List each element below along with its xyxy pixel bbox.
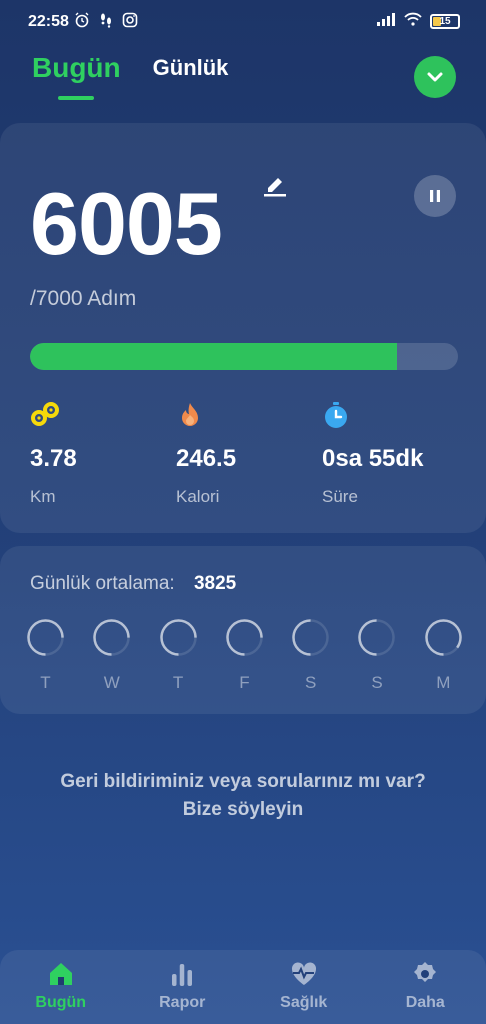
day-item: W bbox=[92, 618, 131, 693]
steps-progress-bar bbox=[30, 343, 458, 370]
day-label: S bbox=[371, 673, 383, 692]
distance-icon bbox=[30, 401, 59, 429]
day-progress-ring bbox=[358, 619, 396, 656]
clock-icon bbox=[322, 401, 350, 429]
nav-label-report: Rapor bbox=[159, 994, 206, 1011]
day-progress-ring bbox=[27, 619, 64, 656]
heart-pulse-icon bbox=[291, 962, 316, 985]
battery-indicator: 15 bbox=[430, 14, 460, 29]
alarm-icon bbox=[74, 12, 90, 28]
daily-average-card[interactable]: Günlük ortalama: 3825 T W T F S S M bbox=[0, 546, 486, 714]
nav-item-more[interactable]: Daha bbox=[365, 950, 486, 1024]
day-item: T bbox=[159, 618, 198, 693]
footsteps-icon bbox=[98, 12, 114, 28]
nav-label-more: Daha bbox=[405, 994, 445, 1011]
daily-average-value: 3825 bbox=[193, 573, 237, 594]
flame-icon bbox=[176, 401, 204, 429]
stat-distance-value: 3.78 bbox=[30, 445, 77, 472]
status-bar: 22:58 15 bbox=[0, 0, 486, 44]
day-label: S bbox=[305, 673, 317, 692]
day-progress-ring bbox=[226, 619, 263, 656]
day-item: F bbox=[225, 618, 264, 693]
day-item: M bbox=[424, 618, 463, 693]
day-label: T bbox=[40, 673, 51, 692]
wifi-icon bbox=[404, 12, 422, 31]
stat-calories-unit: Kalori bbox=[176, 487, 220, 506]
day-item: T bbox=[26, 618, 65, 693]
check-button[interactable] bbox=[414, 56, 456, 98]
signal-icon bbox=[376, 12, 396, 31]
day-item: S bbox=[291, 618, 330, 693]
nav-item-report[interactable]: Rapor bbox=[122, 950, 244, 1024]
bar-chart-icon bbox=[172, 964, 193, 986]
steps-count: 6005 bbox=[30, 174, 223, 273]
day-item: S bbox=[357, 618, 396, 693]
day-label: M bbox=[436, 673, 451, 692]
nav-item-today[interactable]: Bugün bbox=[0, 950, 122, 1024]
daily-average-label: Günlük ortalama: bbox=[30, 573, 175, 594]
steps-card: 6005 /7000 Adım 3.78 Km 246.5 Kalori 0sa… bbox=[0, 123, 486, 533]
nav-item-health[interactable]: Sağlık bbox=[243, 950, 365, 1024]
nav-label-health: Sağlık bbox=[280, 994, 328, 1011]
stat-calories: 246.5 Kalori bbox=[176, 401, 236, 507]
stat-distance-unit: Km bbox=[30, 487, 56, 506]
stat-duration: 0sa 55dk Süre bbox=[322, 401, 423, 507]
gear-icon bbox=[414, 962, 437, 982]
status-time: 22:58 bbox=[28, 13, 69, 30]
feedback-line-1: Geri bildiriminiz veya sorularınız mı va… bbox=[60, 771, 426, 792]
home-icon bbox=[49, 963, 72, 985]
tab-daily[interactable]: Günlük bbox=[153, 55, 229, 84]
day-label: W bbox=[103, 673, 120, 692]
instagram-icon bbox=[122, 12, 138, 28]
feedback-line-2: Bize söyleyin bbox=[182, 799, 304, 820]
pause-button[interactable] bbox=[414, 175, 456, 217]
stat-duration-value: 0sa 55dk bbox=[322, 445, 424, 472]
day-label: F bbox=[239, 673, 250, 692]
pause-icon bbox=[430, 190, 440, 202]
stat-duration-unit: Süre bbox=[322, 487, 358, 506]
nav-label-today: Bugün bbox=[35, 994, 87, 1011]
header-tabs: Bugün Günlük bbox=[32, 52, 229, 100]
day-progress-ring bbox=[292, 619, 329, 656]
chevron-down-icon bbox=[427, 72, 443, 82]
day-progress-ring bbox=[159, 619, 197, 656]
day-progress-ring bbox=[425, 619, 462, 656]
steps-progress-fill bbox=[30, 343, 398, 370]
bottom-nav: Bugün Rapor Sağlık Daha bbox=[0, 950, 486, 1024]
day-label: T bbox=[172, 673, 184, 692]
tab-today[interactable]: Bugün bbox=[32, 52, 121, 100]
day-progress-ring bbox=[93, 619, 131, 656]
stat-calories-value: 246.5 bbox=[176, 445, 237, 472]
edit-icon[interactable] bbox=[262, 173, 288, 202]
week-days: TWTFSSM bbox=[26, 618, 463, 693]
feedback-link[interactable]: Geri bildiriminiz veya sorularınız mı va… bbox=[0, 768, 486, 824]
steps-goal: /7000 Adım bbox=[30, 287, 137, 310]
stat-distance: 3.78 Km bbox=[30, 401, 77, 507]
